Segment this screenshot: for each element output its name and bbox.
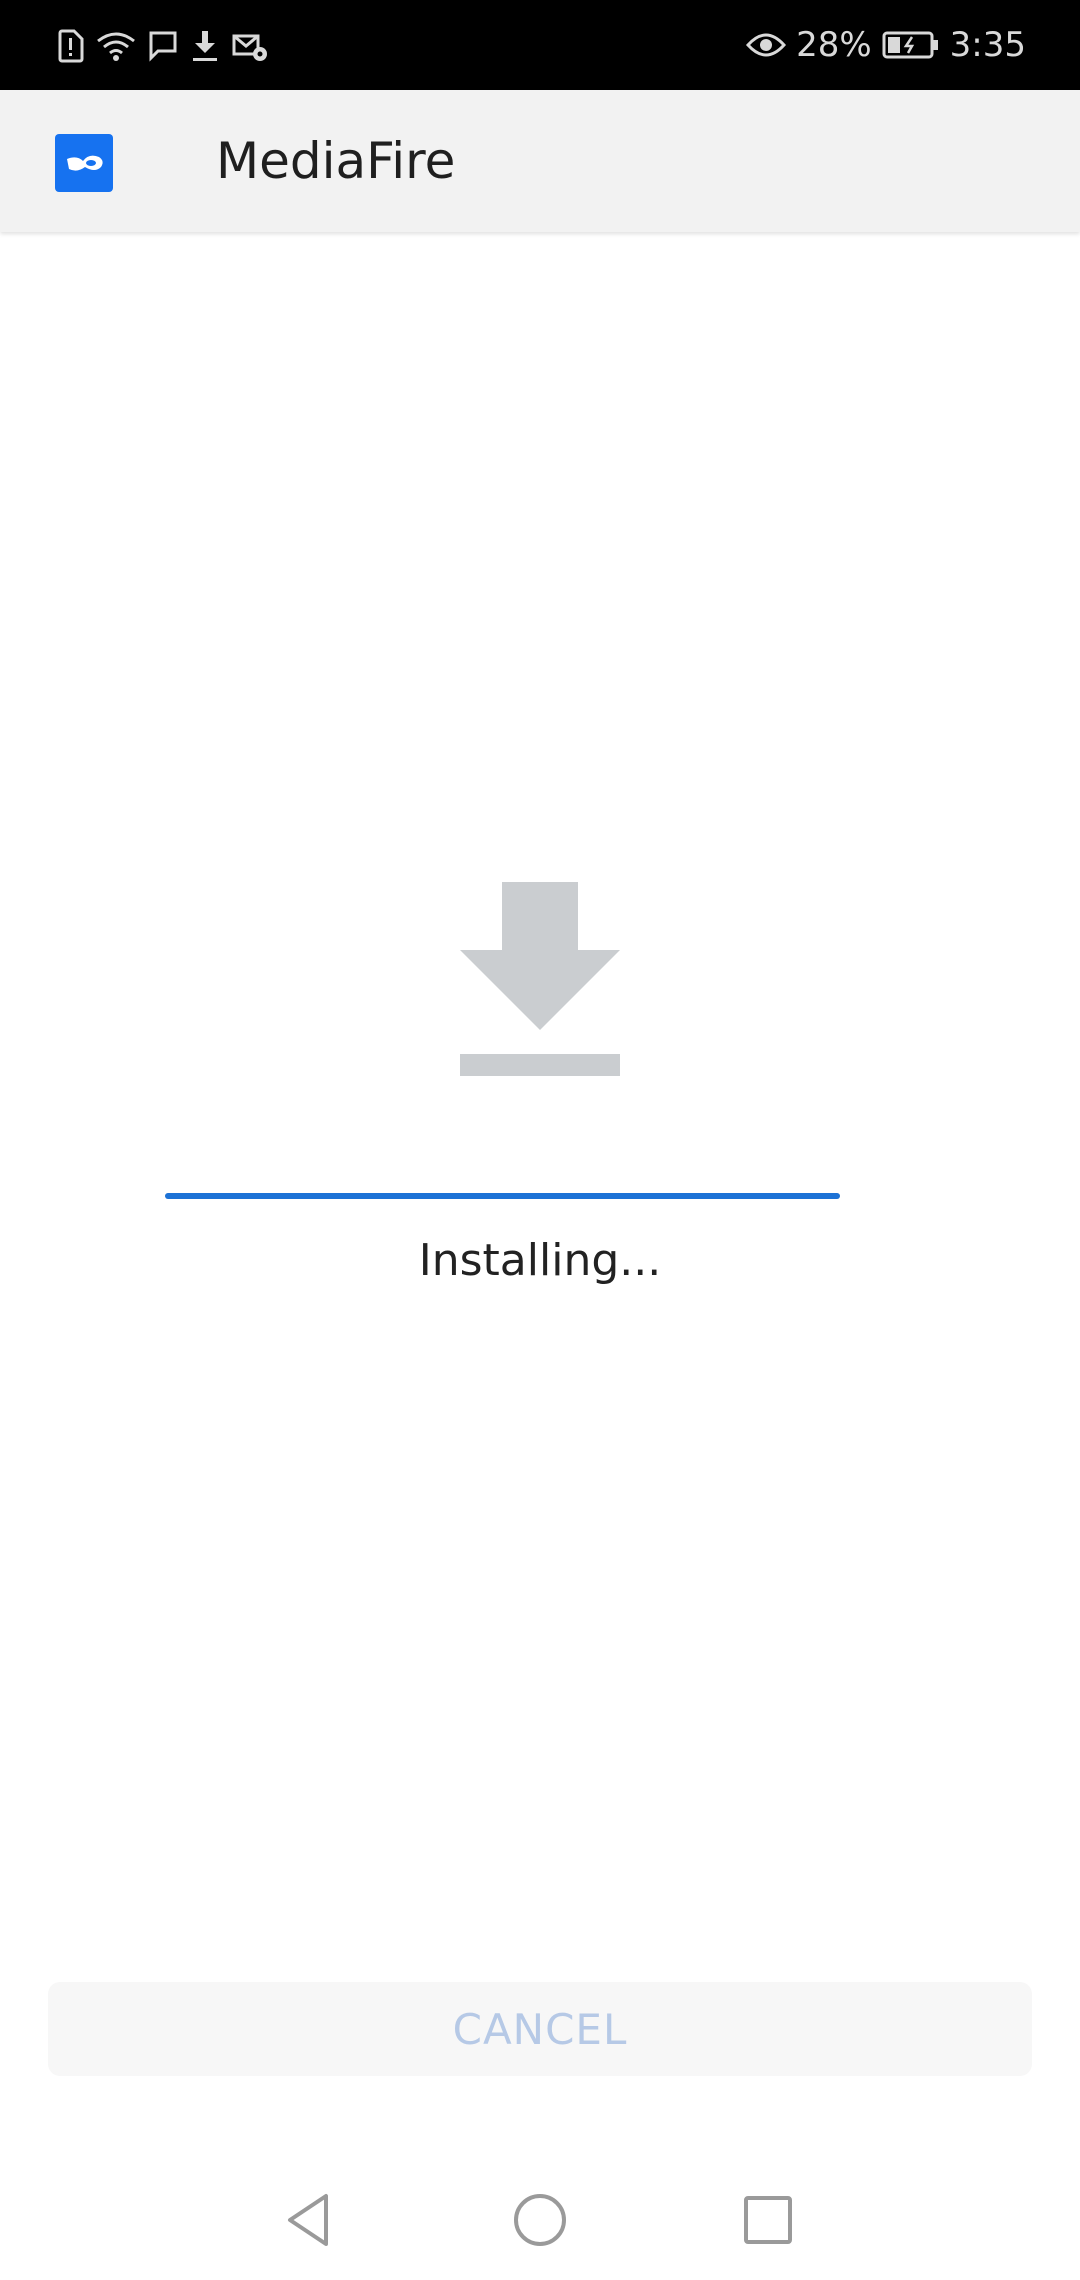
progress-bar-fill	[165, 1193, 840, 1199]
status-bar-notifications	[56, 26, 268, 66]
eye-icon	[746, 33, 787, 57]
download-arrow-icon	[460, 882, 620, 1076]
mail-settings-icon	[232, 34, 267, 61]
install-status-text: Installing...	[418, 1235, 662, 1286]
progress-bar	[165, 1193, 840, 1199]
download-icon	[193, 31, 217, 61]
status-bar-system: 28% 3:35	[746, 22, 1026, 68]
mediafire-logo-icon	[55, 134, 113, 192]
navigation-bar	[0, 2160, 1080, 2280]
sim-alert-icon	[58, 29, 84, 63]
status-bar: 28% 3:35	[0, 0, 1080, 90]
battery-percent: 28%	[796, 25, 872, 65]
clock: 3:35	[949, 25, 1026, 65]
app-bar: MediaFire	[0, 90, 1080, 232]
wifi-icon	[97, 32, 135, 61]
recents-icon[interactable]	[736, 2188, 800, 2252]
cancel-button[interactable]: CANCEL	[48, 1982, 1032, 2076]
chat-icon	[149, 31, 177, 62]
back-icon[interactable]	[278, 2188, 342, 2252]
app-title: MediaFire	[216, 132, 456, 190]
battery-icon	[882, 31, 938, 59]
home-icon[interactable]	[508, 2188, 572, 2252]
